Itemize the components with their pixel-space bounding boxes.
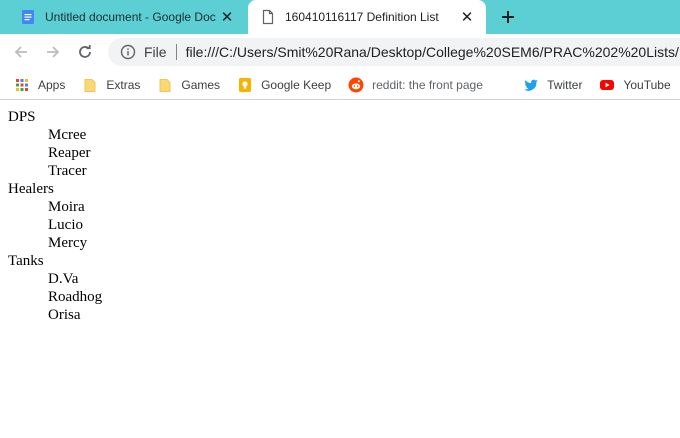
address-divider [175, 44, 177, 60]
tab-title: 160410116117 Definition List [285, 10, 439, 24]
apps-grid-icon [16, 78, 28, 91]
youtube-icon [600, 79, 615, 90]
term-dps: DPS [8, 109, 36, 125]
browser-toolbar: File file:///C:/Users/Smit%20Rana/Deskto… [0, 34, 680, 70]
term-healers: Healers [8, 181, 54, 197]
definition-item: Mcree [48, 127, 87, 143]
google-keep-icon [239, 77, 252, 92]
bookmark-twitter[interactable]: Twitter [523, 77, 582, 93]
arrow-right-icon [47, 46, 60, 58]
tab-strip: Untitled document - Google Doc ✕ 1604101… [0, 0, 680, 34]
definition-item: Roadhog [48, 289, 103, 305]
folder-icon [84, 78, 96, 92]
bookmark-label: Games [181, 77, 221, 92]
tab-title: Untitled document - Google Doc [45, 10, 216, 24]
bookmark-label: reddit: the front page [372, 77, 483, 92]
reload-button[interactable] [72, 39, 98, 65]
close-tab-icon[interactable]: ✕ [216, 8, 238, 26]
back-button[interactable] [8, 39, 34, 65]
close-tab-icon[interactable]: ✕ [456, 8, 478, 26]
bookmark-extras[interactable]: Extras [82, 77, 140, 93]
address-bar[interactable]: File file:///C:/Users/Smit%20Rana/Deskto… [108, 38, 680, 66]
folder-icon [159, 78, 171, 92]
google-docs-icon [22, 10, 34, 24]
tab-definition-list[interactable]: 160410116117 Definition List ✕ [248, 0, 486, 34]
url-text[interactable]: file:///C:/Users/Smit%20Rana/Desktop/Col… [186, 44, 680, 60]
url-scheme-label: File [144, 44, 167, 60]
definition-item: Tracer [48, 163, 87, 179]
info-icon[interactable] [120, 44, 136, 60]
forward-button[interactable] [40, 39, 66, 65]
bookmark-label: Apps [38, 77, 66, 92]
bookmark-games[interactable]: Games [157, 77, 220, 93]
definition-list: DPS Mcree Reaper Tracer Healers Moira Lu… [8, 108, 672, 324]
bookmark-apps[interactable]: Apps [14, 77, 65, 93]
arrow-left-icon [14, 46, 27, 58]
definition-item: D.Va [48, 271, 79, 287]
term-tanks: Tanks [8, 253, 44, 269]
twitter-icon [524, 79, 539, 91]
bookmark-label: Twitter [547, 77, 583, 92]
definition-item: Reaper [48, 145, 91, 161]
bookmark-reddit[interactable]: reddit: the front page [348, 77, 506, 93]
new-tab-button[interactable] [497, 6, 519, 28]
bookmark-label: Extras [106, 77, 141, 92]
definition-item: Lucio [48, 217, 83, 233]
reddit-icon [348, 77, 364, 92]
definition-item: Moira [48, 199, 85, 215]
page-icon [262, 9, 274, 25]
bookmarks-bar: Apps Extras Games Google Keep reddit: th… [0, 70, 680, 100]
plus-icon [502, 11, 514, 23]
tab-google-docs[interactable]: Untitled document - Google Doc ✕ [8, 0, 246, 34]
definition-item: Mercy [48, 235, 88, 251]
bookmark-label: YouTube [623, 77, 671, 92]
reload-icon [79, 45, 91, 58]
definition-item: Orisa [48, 307, 81, 323]
page-content: DPS Mcree Reaper Tracer Healers Moira Lu… [0, 100, 680, 324]
bookmark-youtube[interactable]: YouTube [599, 77, 671, 93]
bookmark-label: Google Keep [261, 77, 332, 92]
bookmark-google-keep[interactable]: Google Keep [237, 77, 331, 93]
